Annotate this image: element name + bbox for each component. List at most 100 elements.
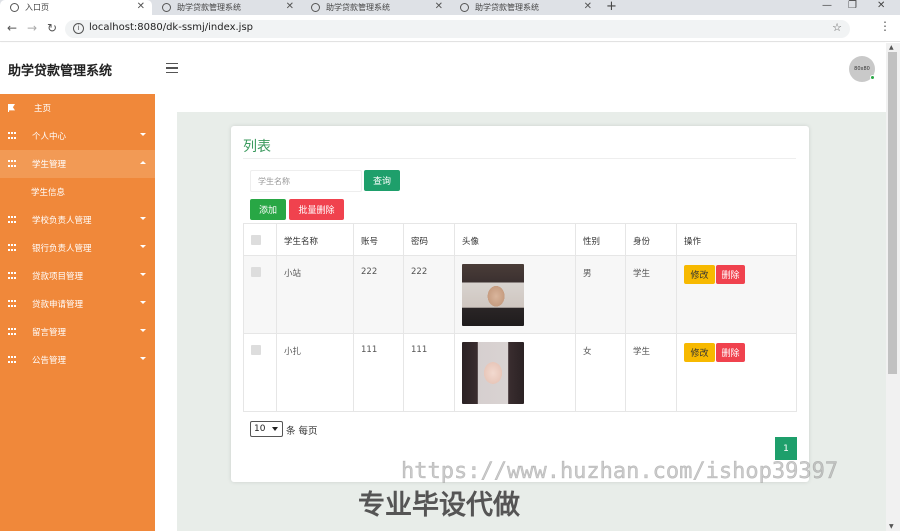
avatar[interactable]: 80x80: [849, 56, 875, 82]
grid-icon: [8, 216, 16, 223]
delete-button[interactable]: 删除: [716, 343, 745, 362]
cell-account: 111: [353, 333, 404, 412]
site-info-icon[interactable]: i: [73, 23, 84, 34]
student-avatar-image: [462, 264, 524, 326]
column-header: 身份: [625, 223, 677, 256]
sidebar-item-label: 银行负责人管理: [32, 244, 92, 254]
column-header: 性别: [575, 223, 626, 256]
globe-icon: [460, 3, 469, 12]
cell-password: 111: [403, 333, 455, 412]
sidebar-item-home[interactable]: 主页: [0, 94, 155, 122]
back-icon[interactable]: ←: [7, 21, 17, 35]
grid-icon: [8, 272, 16, 279]
sidebar-item-label: 公告管理: [32, 356, 67, 366]
browser-tab-0[interactable]: 入口页 ✕: [0, 0, 152, 15]
bookmark-star-icon[interactable]: ☆: [832, 21, 842, 34]
tab-title: 助学贷款管理系统: [177, 3, 241, 12]
sidebar-item-loan-projects[interactable]: 贷款项目管理: [0, 262, 155, 290]
sidebar-item-announcements[interactable]: 公告管理: [0, 346, 155, 374]
address-bar: ← → ↻ i localhost:8080/dk-ssmj/index.jsp…: [0, 15, 900, 42]
sidebar-item-label: 主页: [34, 104, 52, 114]
browser-tab-2[interactable]: 助学贷款管理系统 ✕: [301, 0, 450, 15]
reload-icon[interactable]: ↻: [47, 21, 57, 35]
divider: [243, 158, 796, 159]
scrollbar-thumb[interactable]: [888, 52, 897, 374]
sidebar-item-school-managers[interactable]: 学校负责人管理: [0, 206, 155, 234]
cell-name: 小站: [276, 255, 354, 334]
tab-title: 助学贷款管理系统: [326, 3, 390, 12]
cell-actions: 修改 删除: [676, 333, 797, 412]
row-checkbox[interactable]: [251, 267, 261, 277]
edit-button[interactable]: 修改: [684, 343, 715, 362]
close-icon[interactable]: ✕: [435, 1, 443, 12]
select-all-checkbox[interactable]: [251, 235, 261, 245]
table-row: 小站 222 222 男 学生 修改 删除: [243, 255, 797, 334]
chevron-down-icon: [140, 357, 146, 360]
cell-avatar: [454, 333, 576, 412]
row-select-cell: [243, 255, 277, 334]
sidebar-item-bank-managers[interactable]: 银行负责人管理: [0, 234, 155, 262]
app-header: 助学贷款管理系统 80x80: [0, 43, 886, 94]
scroll-up-arrow-icon[interactable]: ▲: [889, 44, 894, 51]
scroll-down-arrow-icon[interactable]: ▼: [889, 523, 894, 530]
window-close-icon[interactable]: ✕: [877, 0, 885, 11]
sidebar-item-label: 留言管理: [32, 328, 67, 338]
sidebar-item-messages[interactable]: 留言管理: [0, 318, 155, 346]
cell-password: 222: [403, 255, 455, 334]
cell-gender: 女: [575, 333, 626, 412]
cell-gender: 男: [575, 255, 626, 334]
table-header-row: 学生名称 账号 密码 头像 性别 身份 操作: [243, 223, 797, 256]
url-field[interactable]: i localhost:8080/dk-ssmj/index.jsp ☆: [65, 20, 850, 38]
flag-icon: [8, 104, 15, 112]
query-button[interactable]: 查询: [364, 170, 400, 191]
app-brand: 助学贷款管理系统: [8, 64, 113, 79]
sidebar-item-label: 贷款项目管理: [32, 272, 84, 282]
globe-icon: [162, 3, 171, 12]
grid-icon: [8, 244, 16, 251]
close-icon[interactable]: ✕: [286, 1, 294, 12]
close-icon[interactable]: ✕: [137, 1, 145, 12]
minimize-icon[interactable]: —: [822, 0, 832, 11]
cell-role: 学生: [625, 255, 677, 334]
page-title: 列表: [243, 139, 271, 155]
page-size-label: 条 每页: [286, 426, 318, 437]
sidebar-item-students[interactable]: 学生管理: [0, 150, 155, 178]
sidebar-item-label: 贷款申请管理: [32, 300, 84, 310]
restore-icon[interactable]: ❐: [848, 0, 857, 11]
search-input[interactable]: 学生名称: [250, 170, 362, 192]
browser-menu-icon[interactable]: ⋮: [879, 19, 891, 33]
sidebar-item-label: 学生管理: [32, 160, 67, 170]
list-card: 列表 学生名称 查询 添加 批量删除 学生名称 账号 密码 头像 性别 身份 操…: [231, 126, 809, 482]
column-header: 密码: [403, 223, 455, 256]
add-button[interactable]: 添加: [250, 199, 286, 220]
batch-delete-button[interactable]: 批量删除: [289, 199, 344, 220]
sidebar-subitem-student-info[interactable]: 学生信息: [0, 178, 155, 206]
close-icon[interactable]: ✕: [584, 1, 592, 12]
browser-tab-1[interactable]: 助学贷款管理系统 ✕: [152, 0, 301, 15]
sidebar-item-profile[interactable]: 个人中心: [0, 122, 155, 150]
column-header: 操作: [676, 223, 797, 256]
row-select-cell: [243, 333, 277, 412]
globe-icon: [10, 3, 19, 12]
tab-title: 助学贷款管理系统: [475, 3, 539, 12]
grid-icon: [8, 160, 16, 167]
chevron-down-icon: [140, 217, 146, 220]
sidebar-item-loan-applications[interactable]: 贷款申请管理: [0, 290, 155, 318]
hamburger-menu-icon[interactable]: [166, 63, 178, 73]
sidebar-item-label: 个人中心: [32, 132, 67, 142]
url-text: localhost:8080/dk-ssmj/index.jsp: [89, 22, 254, 33]
new-tab-button[interactable]: +: [606, 0, 617, 14]
student-table: 学生名称 账号 密码 头像 性别 身份 操作 小站 222 222 男 学生 修…: [243, 223, 797, 412]
browser-tab-3[interactable]: 助学贷款管理系统 ✕: [450, 0, 599, 15]
table-row: 小扎 111 111 女 学生 修改 删除: [243, 333, 797, 412]
row-checkbox[interactable]: [251, 345, 261, 355]
cell-avatar: [454, 255, 576, 334]
select-all-cell: [243, 223, 277, 256]
page-size-select[interactable]: 10: [250, 421, 283, 437]
forward-icon[interactable]: →: [27, 21, 37, 35]
online-status-dot: [870, 75, 875, 80]
delete-button[interactable]: 删除: [716, 265, 745, 284]
page-number-button[interactable]: 1: [775, 437, 797, 460]
watermark-url: https://www.huzhan.com/ishop39397: [401, 459, 839, 485]
edit-button[interactable]: 修改: [684, 265, 715, 284]
